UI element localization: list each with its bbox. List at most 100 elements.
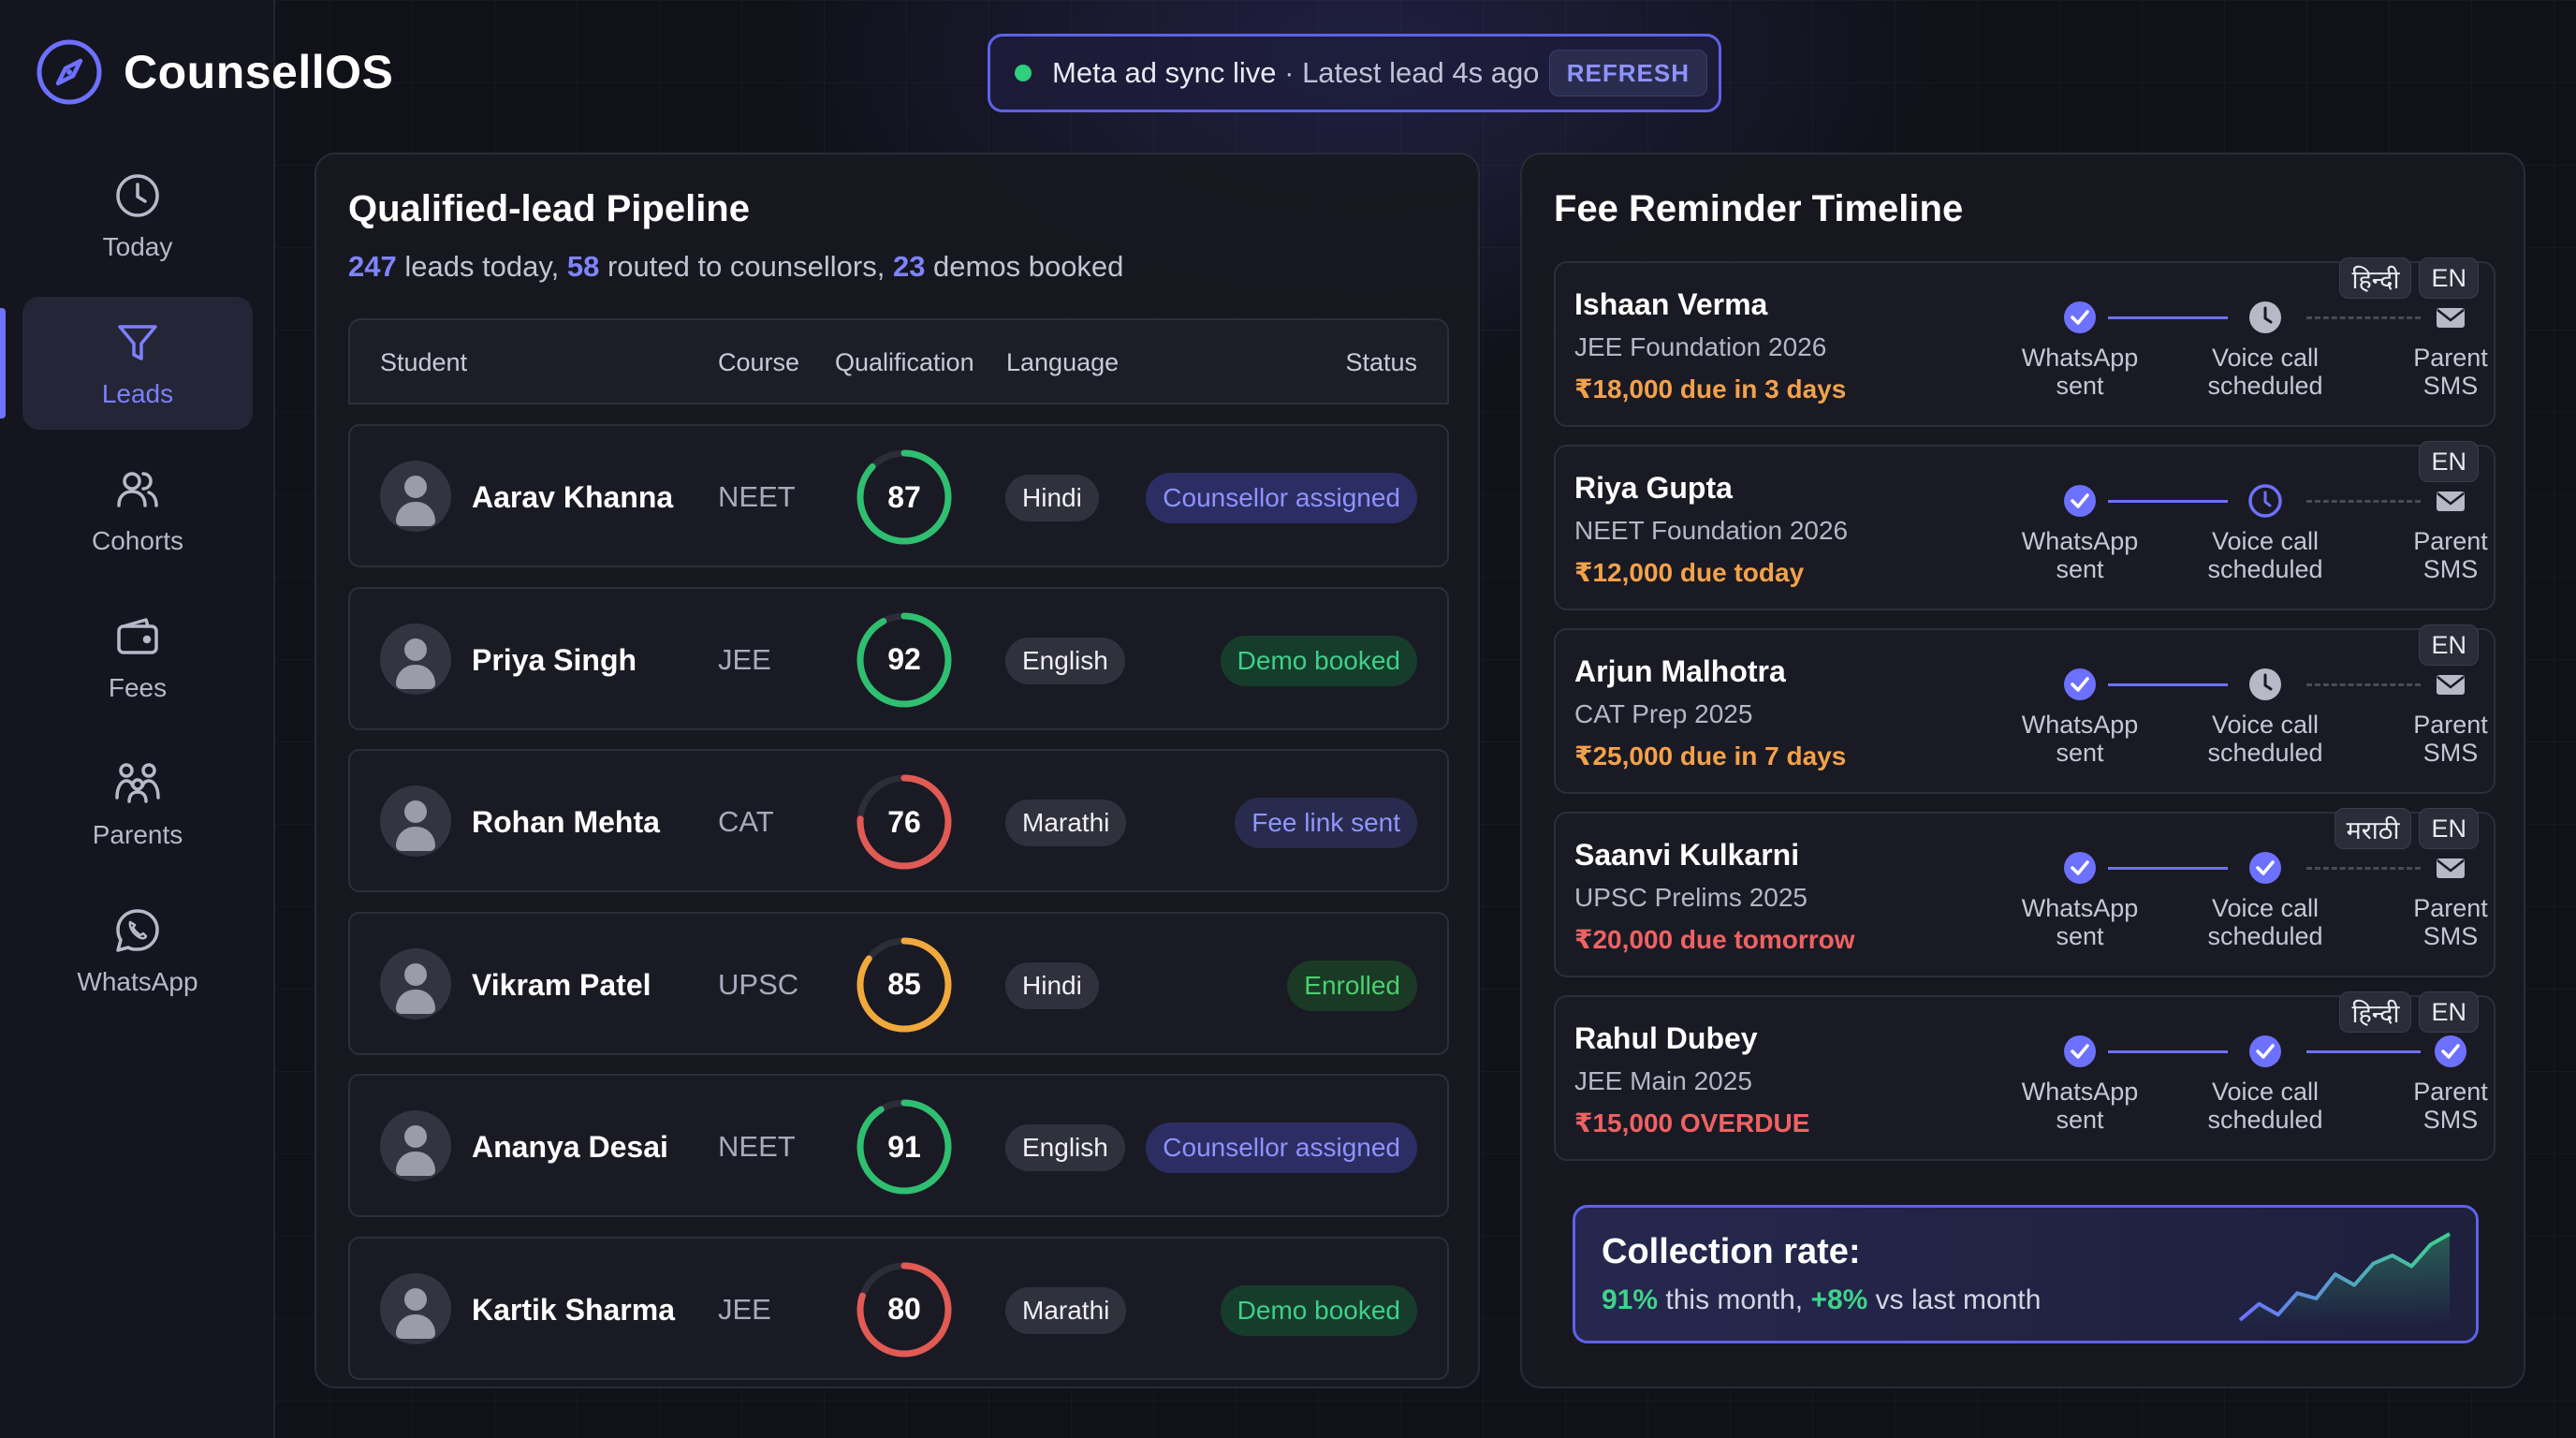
clock-icon <box>2249 301 2281 333</box>
step-voice-call: Voice call scheduled <box>2181 1033 2349 1134</box>
language-tags: EN <box>2419 441 2479 482</box>
language-tag[interactable]: मराठी <box>2334 808 2412 849</box>
student-name[interactable]: Ananya Desai <box>472 1130 668 1165</box>
status-badge[interactable]: Counsellor assigned <box>1146 473 1417 523</box>
nav-item-whatsapp[interactable]: WhatsApp <box>22 885 253 1018</box>
status-badge[interactable]: Counsellor assigned <box>1146 1123 1417 1173</box>
fee-reminder-card[interactable]: EN Arjun Malhotra CAT Prep 2025 ₹25,000 due… <box>1554 624 2496 794</box>
lead-row[interactable]: Ananya Desai NEET 91 English Counsellor assi… <box>348 1074 1449 1217</box>
lead-row[interactable]: Priya Singh JEE 92 English Demo booked <box>348 586 1449 730</box>
status-badge[interactable]: Demo booked <box>1220 1284 1417 1336</box>
student-name[interactable]: Rahul Dubey <box>1574 1021 1758 1056</box>
avatar <box>380 461 451 532</box>
student-name[interactable]: Kartik Sharma <box>472 1293 675 1328</box>
collection-rate: 91% <box>1602 1284 1659 1315</box>
sync-status-text: Meta ad sync live <box>1052 56 1277 89</box>
language-badge: Hindi <box>1005 961 1099 1009</box>
language-tag[interactable]: हिन्दी <box>2339 991 2412 1033</box>
student-name[interactable]: Vikram Patel <box>472 968 651 1003</box>
step-label: Voice call scheduled <box>2207 894 2323 950</box>
student-name[interactable]: Rohan Mehta <box>472 805 660 840</box>
voice-call-check-icon <box>2249 852 2281 884</box>
language-tag[interactable]: EN <box>2419 257 2479 299</box>
sync-status-bar: Meta ad sync live · Latest lead 4s ago R… <box>988 34 1721 112</box>
brand-name: CounsellOS <box>124 46 394 98</box>
fee-reminder-card[interactable]: हिन्दी EN Ishaan Verma JEE Foundation 2026 ₹… <box>1554 257 2496 427</box>
clock-icon <box>2249 668 2281 700</box>
student-name[interactable]: Priya Singh <box>472 643 637 678</box>
nav-item-fees[interactable]: Fees <box>22 591 253 724</box>
step-label: Parent SMS <box>2413 711 2488 767</box>
student-name[interactable]: Saanvi Kulkarni <box>1574 838 1799 873</box>
reminder-steps: WhatsApp sent Voice call scheduled Parent SMS <box>1998 482 2488 594</box>
qualification-score-ring: 92 <box>854 609 955 711</box>
step-label: Voice call scheduled <box>2207 1078 2323 1134</box>
language-badge: Marathi <box>1005 800 1127 846</box>
student-name[interactable]: Riya Gupta <box>1574 471 1733 506</box>
whatsapp-check-icon <box>2064 1035 2096 1067</box>
fee-reminder-card[interactable]: मराठी EN Saanvi Kulkarni UPSC Prelims 2025 ₹… <box>1554 808 2496 977</box>
lead-row[interactable]: Aarav Khanna NEET 87 Hindi Counsellor assign… <box>348 424 1449 567</box>
step-parent-sms: Parent SMS <box>2366 1033 2535 1134</box>
step-label: WhatsApp sent <box>2021 711 2139 767</box>
step-label: WhatsApp sent <box>2021 527 2139 583</box>
nav-item-today[interactable]: Today <box>22 150 253 283</box>
fee-due-text: ₹12,000 due today <box>1574 558 1805 587</box>
fee-due-text: ₹25,000 due in 7 days <box>1574 741 1847 770</box>
column-header-status[interactable]: Status <box>1345 348 1417 377</box>
language-tag[interactable]: EN <box>2419 808 2479 849</box>
qualification-score: 91 <box>887 1129 921 1164</box>
live-status-dot <box>1015 65 1032 81</box>
nav-item-parents[interactable]: Parents <box>22 738 253 871</box>
column-header-course[interactable]: Course <box>718 348 799 377</box>
step-label: Parent SMS <box>2413 344 2488 400</box>
whatsapp-check-icon <box>2064 485 2096 517</box>
language-tags: EN <box>2419 624 2479 666</box>
language-tag[interactable]: EN <box>2419 624 2479 666</box>
step-label: Parent SMS <box>2413 894 2488 950</box>
language-tags: मराठी EN <box>2334 808 2479 849</box>
language-tag[interactable]: हिन्दी <box>2339 257 2412 299</box>
fee-due-text: ₹18,000 due in 3 days <box>1574 374 1847 404</box>
student-name[interactable]: Arjun Malhotra <box>1574 654 1786 689</box>
reminder-steps: WhatsApp sent Voice call scheduled Parent SMS <box>1998 1033 2488 1145</box>
status-badge[interactable]: Enrolled <box>1287 960 1417 1011</box>
fee-reminder-card[interactable]: हिन्दी EN Rahul Dubey JEE Main 2025 ₹15,000 … <box>1554 991 2496 1161</box>
leads-count: 247 <box>348 250 397 283</box>
language-tags: हिन्दी EN <box>2339 991 2479 1033</box>
column-header-student[interactable]: Student <box>380 348 467 377</box>
status-badge[interactable]: Fee link sent <box>1235 798 1417 848</box>
collection-rate-card[interactable]: Collection rate: 91% this month, +8% vs … <box>1573 1205 2479 1343</box>
student-name[interactable]: Aarav Khanna <box>472 480 673 515</box>
nav-item-leads[interactable]: Leads <box>0 297 253 430</box>
status-separator: · <box>1276 56 1303 89</box>
nav-item-cohorts[interactable]: Cohorts <box>22 444 253 577</box>
routed-count: 58 <box>566 250 600 283</box>
lead-row[interactable]: Rohan Mehta CAT 76 Marathi Fee link sent <box>348 749 1449 892</box>
fee-reminder-card[interactable]: EN Riya Gupta NEET Foundation 2026 ₹12,000 … <box>1554 441 2496 610</box>
language-tag[interactable]: EN <box>2419 441 2479 482</box>
student-name[interactable]: Ishaan Verma <box>1574 287 1767 322</box>
mail-icon <box>2437 308 2465 328</box>
step-label: Voice call scheduled <box>2207 344 2323 400</box>
refresh-button[interactable]: REFRESH <box>1548 50 1707 96</box>
step-voice-call: Voice call scheduled <box>2181 299 2349 400</box>
nav-label: Leads <box>101 379 174 408</box>
language-tag[interactable]: EN <box>2419 991 2479 1033</box>
brand[interactable]: CounsellOS <box>36 37 393 107</box>
step-voice-call: Voice call scheduled <box>2181 482 2349 583</box>
whatsapp-check-icon <box>2064 668 2096 700</box>
course-name: UPSC <box>718 967 799 1001</box>
step-label: Voice call scheduled <box>2207 711 2323 767</box>
reminder-steps: WhatsApp sent Voice call scheduled Parent SMS <box>1998 849 2488 961</box>
avatar <box>380 1110 451 1181</box>
column-header-qualification[interactable]: Qualification <box>835 348 974 377</box>
compass-logo-icon <box>37 39 102 105</box>
course-name: JEE Main 2025 <box>1574 1066 1752 1095</box>
status-badge[interactable]: Demo booked <box>1220 635 1417 686</box>
column-header-language[interactable]: Language <box>1006 348 1119 377</box>
lead-row[interactable]: Kartik Sharma JEE 80 Marathi Demo booked <box>348 1236 1449 1380</box>
filter-icon <box>118 325 157 360</box>
lead-row[interactable]: Vikram Patel UPSC 85 Hindi Enrolled <box>348 911 1449 1055</box>
mail-icon <box>2437 492 2465 511</box>
